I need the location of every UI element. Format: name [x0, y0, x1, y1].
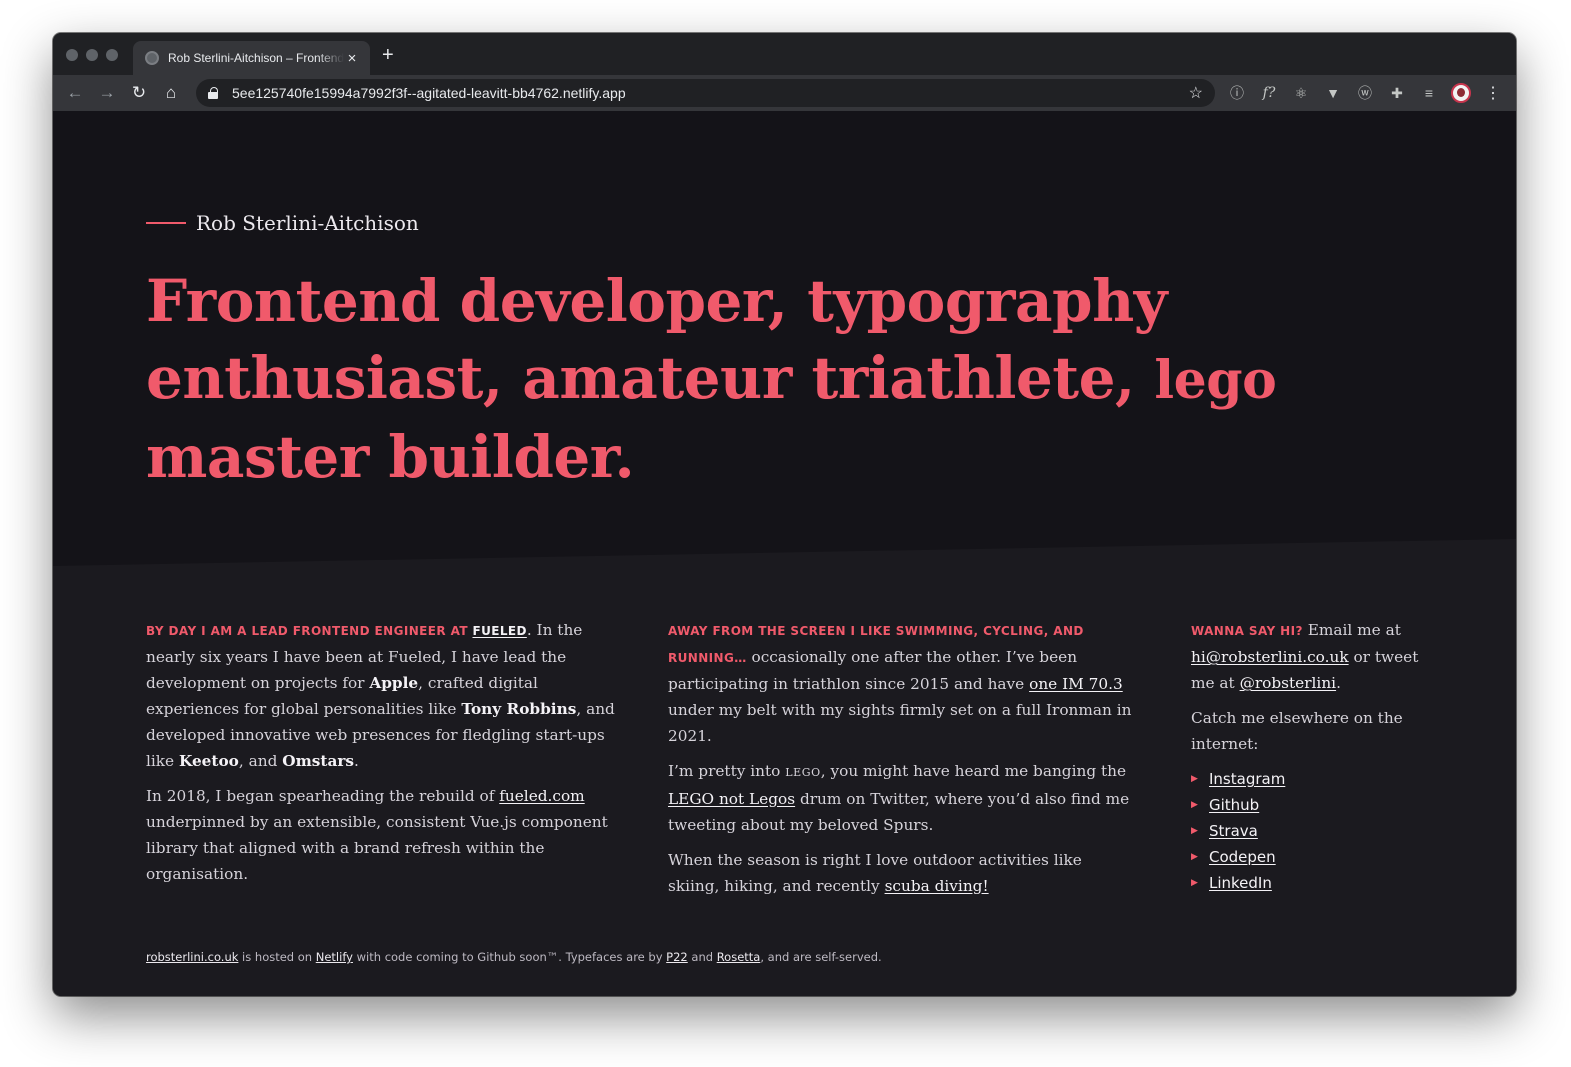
vue-extension-icon[interactable]: ▼: [1323, 83, 1343, 103]
work-text: .: [354, 752, 359, 770]
list-item: ▶ Github: [1191, 792, 1441, 818]
work-column: BY DAY I AM A LEAD FRONTEND ENGINEER AT …: [146, 617, 616, 896]
lego-paragraph: I’m pretty into LEGO, you might have hea…: [668, 758, 1138, 838]
url-text[interactable]: 5ee125740fe15994a7992f3f--agitated-leavi…: [232, 85, 1189, 101]
p22-link[interactable]: P22: [666, 950, 688, 964]
site-footer: robsterlini.co.uk is hosted on Netlify w…: [146, 950, 882, 964]
strava-link[interactable]: Strava: [1209, 818, 1258, 844]
lego-text: I’m pretty into: [668, 762, 786, 780]
outdoor-paragraph: When the season is right I love outdoor …: [668, 847, 1138, 899]
list-item: ▶ Strava: [1191, 818, 1441, 844]
email-link[interactable]: hi@robsterlini.co.uk: [1191, 648, 1349, 666]
star-bookmark-icon[interactable]: ☆: [1189, 83, 1203, 103]
minimize-window-button[interactable]: [86, 49, 98, 61]
work-paragraph: BY DAY I AM A LEAD FRONTEND ENGINEER AT …: [146, 617, 616, 774]
lock-icon[interactable]: [208, 87, 218, 99]
address-bar[interactable]: 5ee125740fe15994a7992f3f--agitated-leavi…: [196, 79, 1215, 107]
page-content: Rob Sterlini-Aitchison Frontend develope…: [53, 111, 1516, 996]
triangle-bullet-icon: ▶: [1191, 826, 1198, 836]
browser-toolbar: ← → ↻ ⌂ 5ee125740fe15994a7992f3f--agitat…: [53, 75, 1516, 111]
hobbies-column: AWAY FROM THE SCREEN I LIKE SWIMMING, CY…: [668, 617, 1138, 908]
client-omstars: Omstars: [282, 752, 355, 770]
contact-text: Email me at: [1302, 621, 1401, 639]
browser-window: Rob Sterlini-Aitchison – Frontend develo…: [53, 33, 1516, 996]
puzzle-extensions-icon[interactable]: ✚: [1387, 83, 1407, 103]
new-tab-button[interactable]: +: [382, 45, 394, 65]
tab-strip: Rob Sterlini-Aitchison – Frontend develo…: [53, 33, 1516, 75]
site-link[interactable]: robsterlini.co.uk: [146, 950, 238, 964]
rebuild-text: underpinned by an extensible, consistent…: [146, 813, 608, 883]
social-links-list: ▶ Instagram ▶ Github ▶ Strava ▶ Codepen ▶ Lin…: [1191, 766, 1441, 896]
reading-list-icon[interactable]: ≡: [1419, 83, 1439, 103]
triangle-bullet-icon: ▶: [1191, 878, 1198, 888]
lego-smallcaps: LEGO: [785, 766, 821, 779]
close-window-button[interactable]: [66, 49, 78, 61]
work-lead: BY DAY I AM A LEAD FRONTEND ENGINEER AT …: [146, 624, 527, 638]
contact-paragraph: WANNA SAY HI? Email me at hi@robsterlini…: [1191, 617, 1441, 696]
triangle-bullet-icon: ▶: [1191, 800, 1198, 810]
headline-main: Frontend developer, typography enthusias…: [146, 267, 1168, 412]
linkedin-link[interactable]: LinkedIn: [1209, 870, 1272, 896]
globe-icon: [145, 51, 159, 65]
tab-title: Rob Sterlini-Aitchison – Frontend develo…: [168, 51, 344, 65]
instagram-link[interactable]: Instagram: [1209, 766, 1285, 792]
font-extension-icon[interactable]: f?: [1259, 83, 1279, 103]
list-item: ▶ LinkedIn: [1191, 870, 1441, 896]
tab-active[interactable]: Rob Sterlini-Aitchison – Frontend develo…: [133, 41, 370, 75]
netlify-link[interactable]: Netlify: [316, 950, 353, 964]
headline-lego: lego: [1154, 350, 1277, 411]
author-eyebrow: Rob Sterlini-Aitchison: [146, 211, 419, 235]
contact-lead: WANNA SAY HI?: [1191, 624, 1303, 638]
footer-text: , and are self-served.: [760, 950, 882, 964]
contact-column: WANNA SAY HI? Email me at hi@robsterlini…: [1191, 617, 1441, 896]
client-apple: Apple: [369, 674, 419, 692]
react-extension-icon[interactable]: ⚛: [1291, 83, 1311, 103]
info-extension-icon[interactable]: ⓘ: [1227, 83, 1247, 103]
rebuild-text: In 2018, I began spearheading the rebuil…: [146, 787, 500, 805]
rosetta-link[interactable]: Rosetta: [717, 950, 761, 964]
hero-headline: Frontend developer, typography enthusias…: [146, 263, 1346, 496]
author-name: Rob Sterlini-Aitchison: [196, 211, 419, 235]
footer-text: with code coming to Github soon™. Typefa…: [352, 950, 667, 964]
reload-icon[interactable]: ↻: [128, 82, 150, 104]
rebuild-paragraph: In 2018, I began spearheading the rebuil…: [146, 783, 616, 887]
triathlon-paragraph: AWAY FROM THE SCREEN I LIKE SWIMMING, CY…: [668, 617, 1138, 749]
scuba-link[interactable]: scuba diving!: [885, 877, 989, 895]
triathlon-text: under my belt with my sights firmly set …: [668, 701, 1132, 745]
menu-kebab-icon[interactable]: ⋮: [1485, 83, 1501, 103]
eyebrow-divider: [146, 222, 186, 224]
triangle-bullet-icon: ▶: [1191, 774, 1198, 784]
outdoor-text: When the season is right I love outdoor …: [668, 851, 1082, 895]
lego-text: , you might have heard me banging the: [820, 762, 1127, 780]
profile-avatar[interactable]: [1451, 83, 1471, 103]
contact-text: .: [1336, 674, 1341, 692]
w-extension-icon[interactable]: ⓦ: [1355, 83, 1375, 103]
triangle-bullet-icon: ▶: [1191, 852, 1198, 862]
work-lead-text: BY DAY I AM A LEAD FRONTEND ENGINEER AT: [146, 624, 468, 638]
headline-end: master builder.: [146, 423, 635, 491]
back-arrow-icon[interactable]: ←: [64, 82, 86, 104]
client-tony-robbins: Tony Robbins: [461, 700, 577, 718]
close-icon[interactable]: ×: [344, 50, 360, 67]
footer-text: is hosted on: [238, 950, 316, 964]
home-icon[interactable]: ⌂: [160, 82, 182, 104]
list-item: ▶ Instagram: [1191, 766, 1441, 792]
zoom-window-button[interactable]: [106, 49, 118, 61]
fueled-com-link[interactable]: fueled.com: [499, 787, 584, 805]
footer-text: and: [687, 950, 717, 964]
forward-arrow-icon[interactable]: →: [96, 82, 118, 104]
list-item: ▶ Codepen: [1191, 844, 1441, 870]
lego-not-legos-link[interactable]: LEGO not Legos: [668, 790, 795, 808]
work-text: , and: [238, 752, 283, 770]
codepen-link[interactable]: Codepen: [1209, 844, 1276, 870]
fueled-link[interactable]: FUELED: [472, 624, 526, 638]
client-keetoo: Keetoo: [178, 752, 239, 770]
twitter-link[interactable]: @robsterlini: [1240, 674, 1337, 692]
ironman-link[interactable]: one IM 70.3: [1029, 675, 1123, 693]
elsewhere-paragraph: Catch me elsewhere on the internet:: [1191, 709, 1403, 753]
github-link[interactable]: Github: [1209, 792, 1259, 818]
